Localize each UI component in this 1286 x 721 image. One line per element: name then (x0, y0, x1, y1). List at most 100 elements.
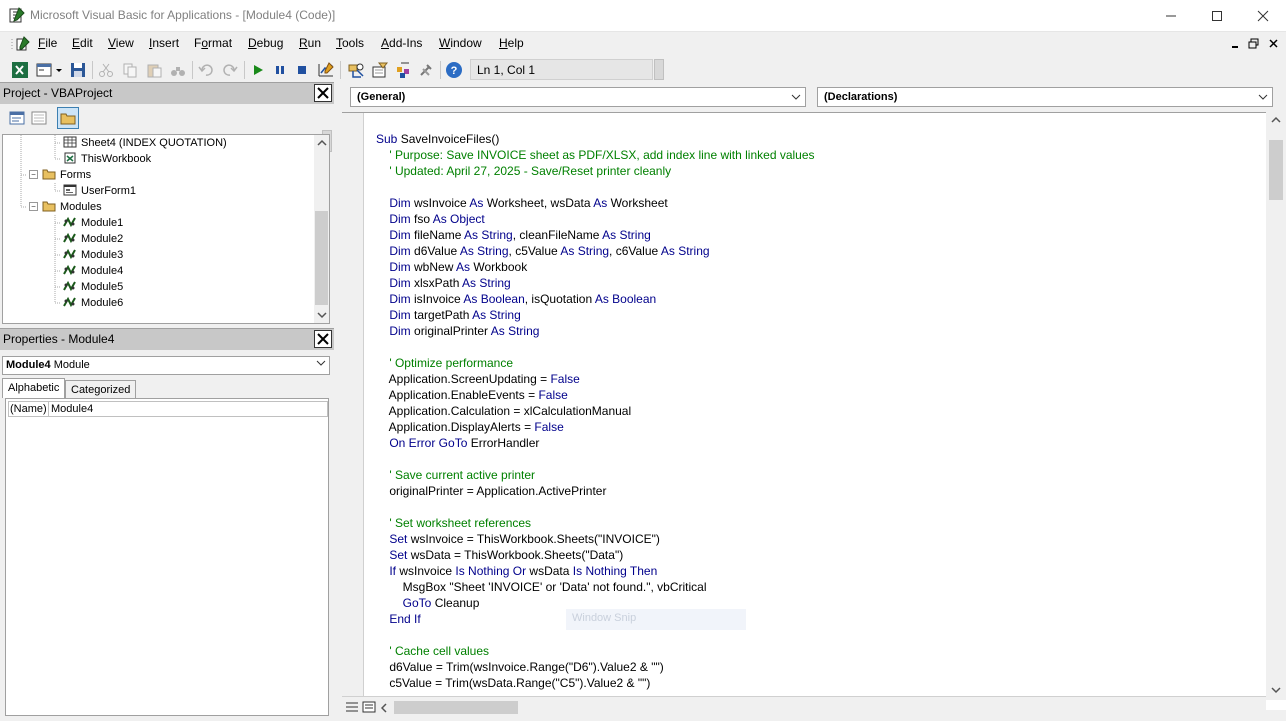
code-line[interactable]: Application.EnableEvents = False (376, 387, 815, 403)
minimize-button[interactable] (1148, 0, 1194, 32)
code-vertical-scrollbar[interactable] (1266, 112, 1286, 700)
code-line[interactable]: Dim xlsxPath As String (376, 275, 815, 291)
copy-button[interactable] (120, 60, 140, 80)
code-line[interactable]: ' Cache cell values (376, 643, 815, 659)
scroll-up-icon[interactable] (1271, 116, 1281, 124)
view-code-button[interactable] (6, 107, 28, 129)
view-excel-button[interactable] (10, 60, 30, 80)
scroll-up-icon[interactable] (317, 139, 327, 147)
redo-button[interactable] (220, 60, 240, 80)
mdi-restore-icon[interactable] (1248, 38, 1260, 50)
code-line[interactable]: ' Optimize performance (376, 355, 815, 371)
project-close-button[interactable] (314, 84, 332, 102)
undo-button[interactable] (196, 60, 216, 80)
procedure-view-icon[interactable] (345, 701, 359, 713)
tab-alphabetic[interactable]: Alphabetic (2, 378, 66, 398)
scroll-left-icon[interactable] (380, 703, 388, 713)
code-line[interactable]: Dim targetPath As String (376, 307, 815, 323)
paste-button[interactable] (144, 60, 164, 80)
code-line[interactable]: ' Set worksheet references (376, 515, 815, 531)
save-button[interactable] (68, 60, 88, 80)
toggle-folders-button[interactable] (57, 107, 79, 129)
code-line[interactable]: Dim d6Value As String, c5Value As String… (376, 243, 815, 259)
menu-view[interactable]: View (108, 36, 134, 50)
maximize-button[interactable] (1194, 0, 1240, 32)
code-line[interactable]: If wsInvoice Is Nothing Or wsData Is Not… (376, 563, 815, 579)
menu-tools[interactable]: Tools (336, 36, 364, 50)
code-line[interactable]: ' Updated: April 27, 2025 - Save/Reset p… (376, 163, 815, 179)
code-line[interactable]: originalPrinter = Application.ActivePrin… (376, 483, 815, 499)
scroll-down-icon[interactable] (1271, 686, 1281, 694)
properties-close-button[interactable] (314, 330, 332, 348)
code-line[interactable]: Dim originalPrinter As String (376, 323, 815, 339)
code-line[interactable]: ' Purpose: Save INVOICE sheet as PDF/XLS… (376, 147, 814, 163)
menu-help[interactable]: Help (499, 36, 524, 50)
code-line[interactable]: Application.DisplayAlerts = False (376, 419, 815, 435)
close-button[interactable] (1240, 0, 1286, 32)
menu-run[interactable]: Run (299, 36, 321, 50)
find-button[interactable] (168, 60, 188, 80)
procedure-combo[interactable]: (Declarations) (817, 87, 1273, 107)
code-hscroll-thumb[interactable] (394, 701, 518, 714)
menu-file[interactable]: File (38, 36, 57, 50)
code-line[interactable]: Dim wbNew As Workbook (376, 259, 815, 275)
code-line[interactable]: Dim wsInvoice As Worksheet, wsData As Wo… (376, 195, 815, 211)
code-editor[interactable]: Sub SaveInvoiceFiles() ' Purpose: Save I… (342, 112, 1286, 710)
code-line[interactable]: Application.Calculation = xlCalculationM… (376, 403, 815, 419)
code-line[interactable] (376, 179, 815, 195)
cut-button[interactable] (96, 60, 116, 80)
help-button[interactable]: ? (444, 60, 464, 80)
menu-edit[interactable]: Edit (72, 36, 93, 50)
pane-splitter[interactable] (334, 82, 342, 721)
toolbox-button[interactable] (416, 60, 436, 80)
reset-button[interactable] (292, 60, 312, 80)
menu-window[interactable]: Window (439, 36, 482, 50)
object-selector[interactable]: Module4 Module (2, 356, 330, 375)
tree-item-sheet4[interactable]: Sheet4 (INDEX QUOTATION) (63, 135, 227, 151)
code-line[interactable] (376, 339, 815, 355)
project-tree-scrollbar[interactable] (314, 134, 330, 324)
code-line[interactable]: Set wsInvoice = ThisWorkbook.Sheets("INV… (376, 531, 815, 547)
code-lines[interactable]: Sub SaveInvoiceFiles() ' Purpose: Save I… (376, 131, 815, 691)
menu-addins[interactable]: Add-Ins (381, 36, 422, 50)
code-line[interactable]: Set wsData = ThisWorkbook.Sheets("Data") (376, 547, 815, 563)
property-value[interactable]: Module4 (51, 402, 93, 416)
code-line[interactable] (376, 451, 815, 467)
toolbar-options-button[interactable] (654, 59, 664, 80)
menu-format[interactable]: Format (194, 36, 232, 50)
view-object-button[interactable] (28, 107, 50, 129)
code-line[interactable]: Dim fileName As String, cleanFileName As… (376, 227, 815, 243)
project-explorer-button[interactable] (346, 60, 366, 80)
code-line[interactable] (376, 499, 815, 515)
code-line[interactable]: MsgBox "Sheet 'INVOICE' or 'Data' not fo… (376, 579, 815, 595)
insert-userform-button[interactable] (34, 60, 54, 80)
object-browser-button[interactable] (394, 60, 414, 80)
menu-insert[interactable]: Insert (149, 36, 179, 50)
run-button[interactable] (248, 60, 268, 80)
code-line[interactable]: d6Value = Trim(wsInvoice.Range("D6").Val… (376, 659, 815, 675)
code-horizontal-scrollbar[interactable] (342, 696, 1266, 718)
full-module-view-icon[interactable] (362, 701, 376, 713)
properties-window-button[interactable] (370, 60, 390, 80)
property-row[interactable]: (Name) Module4 (8, 401, 328, 417)
code-line[interactable]: Application.ScreenUpdating = False (376, 371, 815, 387)
object-combo[interactable]: (General) (350, 87, 806, 107)
mdi-close-icon[interactable] (1268, 38, 1280, 50)
menu-debug[interactable]: Debug (248, 36, 283, 50)
code-scroll-thumb[interactable] (1269, 140, 1283, 200)
code-margin[interactable] (342, 113, 364, 710)
code-line[interactable]: c5Value = Trim(wsData.Range("C5").Value2… (376, 675, 815, 691)
mdi-minimize-icon[interactable] (1230, 38, 1242, 50)
code-line[interactable]: Dim isInvoice As Boolean, isQuotation As… (376, 291, 815, 307)
code-line[interactable]: ' Save current active printer (376, 467, 815, 483)
scroll-down-icon[interactable] (317, 311, 327, 319)
insert-dropdown-button[interactable] (54, 60, 64, 80)
code-line[interactable]: Dim fso As Object (376, 211, 815, 227)
project-scroll-thumb[interactable] (315, 211, 328, 305)
code-line[interactable]: On Error GoTo ErrorHandler (376, 435, 815, 451)
code-line[interactable]: Sub SaveInvoiceFiles() (376, 131, 815, 147)
tab-categorized[interactable]: Categorized (65, 380, 137, 398)
design-mode-button[interactable] (316, 60, 336, 80)
break-button[interactable] (270, 60, 290, 80)
